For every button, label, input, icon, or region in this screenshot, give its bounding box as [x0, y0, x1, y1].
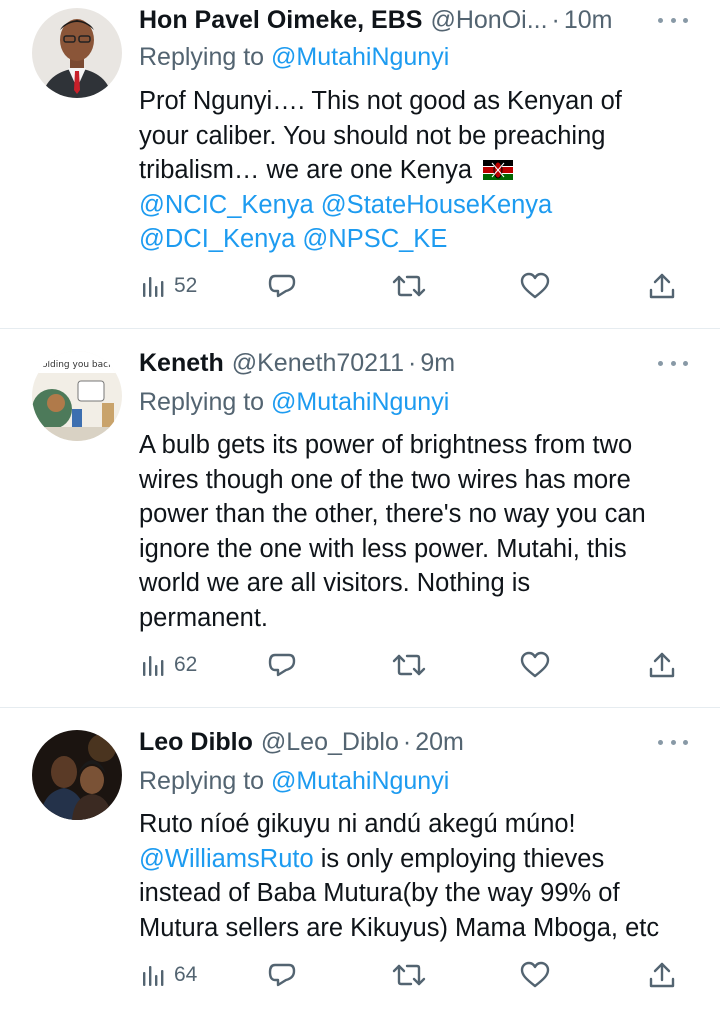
avatar-photo [32, 730, 122, 820]
tweet-actions: 52 [140, 266, 680, 306]
retweet-button[interactable] [391, 266, 427, 306]
tweet-text-line: Prof Ngunyi…. This not good as Kenyan of [139, 87, 622, 115]
separator-dot: · [408, 348, 417, 377]
reply-button[interactable] [267, 955, 297, 995]
display-name[interactable]: Hon Pavel Oimeke, EBS [139, 6, 422, 35]
reply-icon [268, 963, 296, 987]
reply-icon [268, 274, 296, 298]
tweet-text-segment: is only employing thieves [313, 844, 605, 873]
avatar-caption: olding you back [42, 360, 114, 370]
views-button[interactable]: 62 [140, 645, 197, 685]
mention-link[interactable]: @StateHouseKenya [321, 191, 552, 219]
tweet-text-line: @WilliamsRuto is only employing thieves [139, 842, 699, 877]
replying-to: Replying to @MutahiNgunyi [139, 764, 449, 798]
kenya-flag-emoji [483, 160, 514, 180]
views-icon [143, 966, 164, 986]
display-name[interactable]: Leo Diblo [139, 728, 253, 757]
user-handle[interactable]: @HonOi... [430, 6, 547, 35]
replying-to: Replying to @MutahiNgunyi [139, 385, 449, 419]
tweet-text-line: @DCI_Kenya @NPSC_KE [139, 222, 699, 257]
reply-button[interactable] [267, 645, 297, 685]
tweet-text-line: @NCIC_Kenya @StateHouseKenya [139, 188, 699, 223]
tweet-text: A bulb gets its power of brightness from… [139, 428, 699, 635]
replying-to-mention[interactable]: @MutahiNgunyi [271, 388, 449, 416]
avatar[interactable]: olding you back [32, 351, 122, 441]
timestamp[interactable]: 10m [564, 6, 613, 35]
tweet-3[interactable]: Leo Diblo @Leo_Diblo · 20m Replying to @… [0, 708, 720, 1011]
tweet-header: Hon Pavel Oimeke, EBS @HonOi... · 10m [139, 2, 690, 38]
tweet-actions: 62 [140, 645, 680, 685]
retweet-icon [392, 654, 426, 676]
user-handle[interactable]: @Keneth70211 [232, 349, 404, 378]
replying-to-label: Replying to [139, 43, 265, 71]
share-button[interactable] [647, 266, 677, 306]
retweet-icon [392, 964, 426, 986]
replying-to: Replying to @MutahiNgunyi [139, 40, 449, 74]
more-options-icon[interactable] [658, 345, 688, 381]
tweet-text: Ruto níoé gikuyu ni andú akegú múno! @Wi… [139, 807, 699, 945]
tweet-text-segment: tribalism… we are one Kenya [139, 156, 473, 184]
like-button[interactable] [520, 266, 550, 306]
mention-link[interactable]: @NPSC_KE [302, 225, 447, 253]
user-handle[interactable]: @Leo_Diblo [261, 728, 399, 757]
avatar[interactable] [32, 8, 122, 98]
display-name[interactable]: Keneth [139, 349, 224, 378]
tweet-1[interactable]: Hon Pavel Oimeke, EBS @HonOi... · 10m Re… [0, 0, 720, 328]
share-icon [649, 273, 675, 299]
tweet-text-line: Mutura sellers are Kikuyus) Mama Mboga, … [139, 913, 660, 942]
mention-link[interactable]: @DCI_Kenya [139, 225, 295, 253]
more-options-icon[interactable] [658, 2, 688, 38]
heart-icon [520, 961, 550, 988]
retweet-icon [392, 275, 426, 297]
tweet-2[interactable]: olding you back Keneth @Keneth70211 · 9m… [0, 329, 720, 707]
views-count: 64 [174, 963, 198, 986]
mention-link[interactable]: @WilliamsRuto [139, 845, 314, 873]
separator-dot: · [402, 727, 412, 756]
heart-icon [520, 651, 550, 678]
avatar-photo: olding you back [32, 351, 122, 441]
views-icon [143, 656, 164, 676]
tweet-text-line: Ruto níoé gikuyu ni andú akegú múno! [139, 810, 576, 838]
like-button[interactable] [520, 955, 550, 995]
views-icon [143, 277, 164, 297]
avatar-photo [32, 8, 122, 98]
tweet-text-line: tribalism… we are one Kenya [139, 153, 699, 188]
reply-icon [268, 653, 296, 677]
heart-icon [520, 272, 550, 299]
like-button[interactable] [520, 645, 550, 685]
views-count: 62 [174, 653, 198, 676]
retweet-button[interactable] [391, 645, 427, 685]
views-button[interactable]: 64 [140, 955, 197, 995]
tweet-header: Leo Diblo @Leo_Diblo · 20m [139, 724, 690, 760]
views-count: 52 [174, 274, 198, 297]
tweet-text-line: permanent. [139, 603, 268, 632]
tweet-text-line: power than the other, there's no way you… [139, 500, 646, 528]
retweet-button[interactable] [391, 955, 427, 995]
replying-to-mention[interactable]: @MutahiNgunyi [271, 767, 449, 795]
avatar[interactable] [32, 730, 122, 820]
tweet-actions: 64 [140, 955, 680, 995]
tweet-text: Prof Ngunyi…. This not good as Kenyan of… [139, 84, 699, 257]
timestamp[interactable]: 20m [415, 728, 464, 757]
reply-button[interactable] [267, 266, 297, 306]
replying-to-label: Replying to [139, 388, 265, 416]
timestamp[interactable]: 9m [420, 349, 455, 378]
share-icon [649, 962, 675, 988]
more-options-icon[interactable] [658, 724, 688, 760]
replying-to-label: Replying to [139, 767, 265, 795]
tweet-header: Keneth @Keneth70211 · 9m [139, 345, 690, 381]
mention-link[interactable]: @NCIC_Kenya [139, 191, 314, 219]
tweet-text-line: A bulb gets its power of brightness from… [139, 431, 633, 459]
tweet-text-line: ignore the one with less power. Mutahi, … [139, 534, 627, 563]
share-icon [649, 652, 675, 678]
tweet-text-line: wires though one of the two wires has mo… [139, 465, 631, 494]
share-button[interactable] [647, 645, 677, 685]
views-button[interactable]: 52 [140, 266, 197, 306]
separator-dot: · [551, 5, 560, 34]
tweet-text-line: instead of Baba Mutura(by the way 99% of [139, 879, 620, 907]
tweet-text-line: your caliber. You should not be preachin… [139, 121, 606, 150]
share-button[interactable] [647, 955, 677, 995]
tweet-text-line: world we are all visitors. Nothing is [139, 569, 531, 597]
replying-to-mention[interactable]: @MutahiNgunyi [271, 43, 449, 71]
